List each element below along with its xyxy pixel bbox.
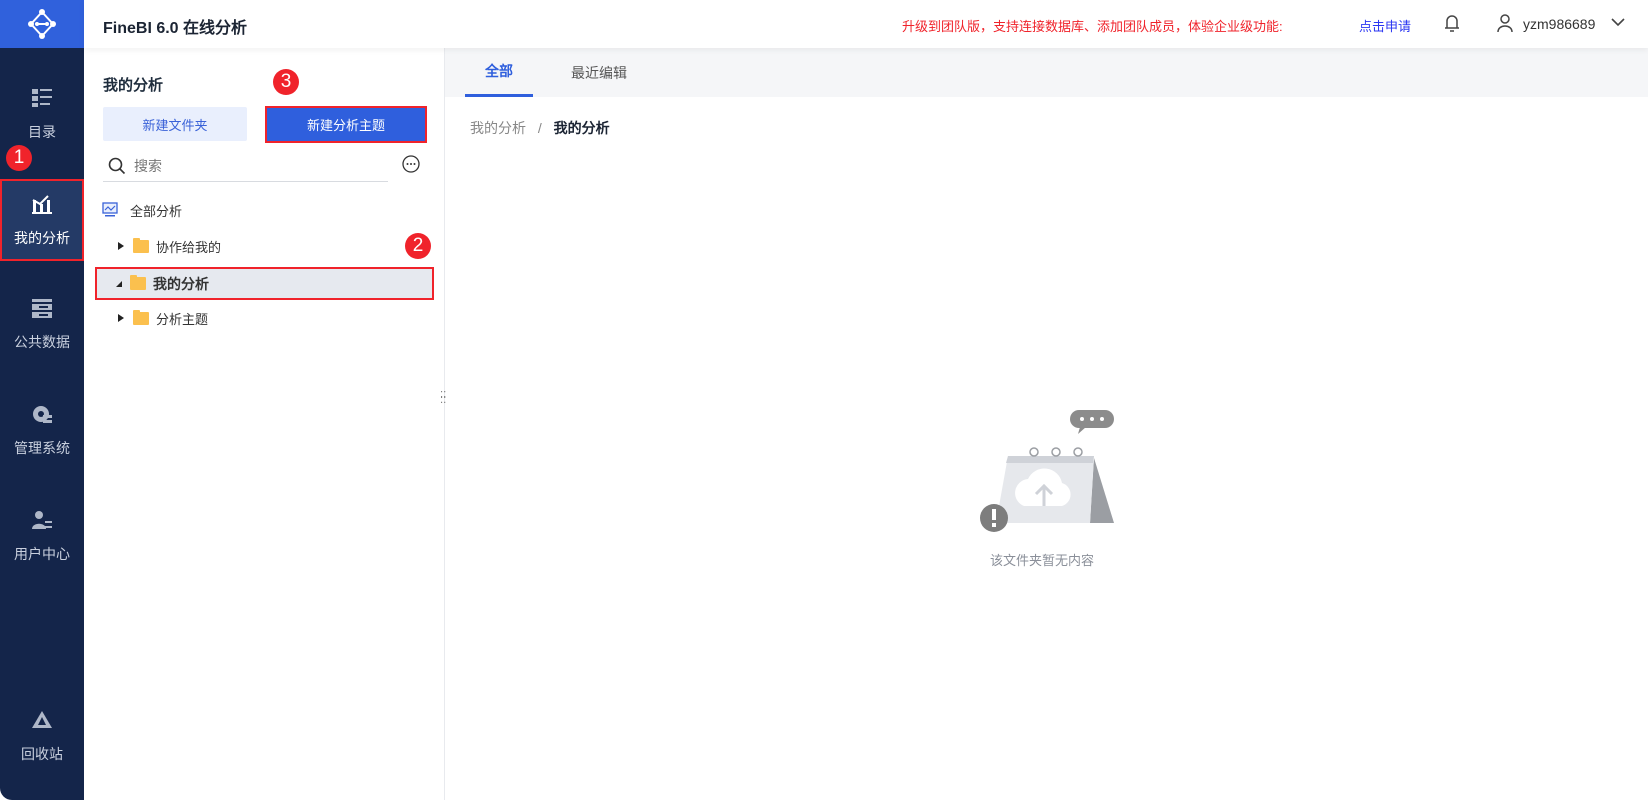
- expand-arrow-icon[interactable]: [118, 242, 124, 250]
- breadcrumb: 我的分析 / 我的分析: [470, 118, 610, 138]
- tree-item-shared-with-me[interactable]: 协作给我的: [118, 231, 221, 261]
- tree-item-my-analysis[interactable]: 我的分析: [95, 267, 434, 300]
- tree-item-analysis-topics[interactable]: 分析主题: [118, 303, 208, 333]
- tab-recent[interactable]: 最近编辑: [571, 48, 627, 97]
- nav-label: 管理系统: [14, 440, 70, 456]
- more-options-icon[interactable]: [402, 155, 420, 173]
- breadcrumb-separator: /: [537, 120, 542, 136]
- recycle-bin-icon: [32, 711, 52, 728]
- main-content: ⁚⁚ ⁚⁚ 全部 最近编辑 我的分析 / 我的分析 该文件夹暂无内容: [440, 48, 1648, 800]
- panel-title: 我的分析: [103, 77, 164, 94]
- empty-state-text: 该文件夹暂无内容: [990, 553, 1095, 568]
- catalog-icon: [32, 89, 52, 107]
- gear-icon: [33, 406, 52, 423]
- chevron-down-icon[interactable]: [1611, 16, 1625, 28]
- search-input[interactable]: [134, 157, 364, 174]
- new-topic-button[interactable]: 新建分析主题: [265, 106, 427, 143]
- nav-label: 我的分析: [14, 230, 70, 246]
- annotation-badge-3: 3: [273, 69, 299, 95]
- nav-my-analysis[interactable]: 我的分析: [0, 179, 84, 261]
- sidebar: 目录 1 我的分析 公共数据 管理系统 用户中心 回收站: [0, 0, 84, 800]
- nav-label: 公共数据: [14, 334, 70, 350]
- resize-handle[interactable]: ⁚⁚ ⁚⁚: [440, 391, 450, 406]
- shared-folder-icon: [133, 237, 149, 253]
- apply-link[interactable]: 点击申请: [1359, 16, 1411, 35]
- nav-recycle-bin[interactable]: 回收站: [0, 695, 84, 777]
- nav-catalog[interactable]: 目录: [0, 73, 84, 155]
- search-icon: [108, 157, 126, 174]
- tab-all[interactable]: 全部: [465, 48, 533, 97]
- upgrade-promo-text: 升级到团队版，支持连接数据库、添加团队成员，体验企业级功能:: [902, 19, 1283, 34]
- folder-icon: [133, 309, 149, 325]
- nav-management[interactable]: 管理系统: [0, 389, 84, 471]
- analysis-panel: 我的分析 3 新建文件夹 新建分析主题 全部分析 协作给我的 2 我的分析 分析…: [84, 48, 445, 800]
- collapse-arrow-icon[interactable]: [116, 280, 122, 287]
- nav-label: 目录: [28, 124, 56, 140]
- new-folder-button[interactable]: 新建文件夹: [103, 107, 247, 141]
- tree-item-all-analysis[interactable]: 全部分析: [102, 195, 182, 225]
- nav-label: 回收站: [21, 746, 63, 762]
- dashboard-icon: [102, 202, 118, 217]
- folder-icon: [130, 275, 146, 290]
- username[interactable]: yzm986689: [1523, 16, 1595, 32]
- nav-user-center[interactable]: 用户中心: [0, 495, 84, 577]
- tree-label: 全部分析: [130, 203, 183, 219]
- search-box: [103, 150, 388, 182]
- public-data-icon: [32, 299, 52, 318]
- annotation-badge-1: 1: [6, 145, 32, 171]
- tree-label: 分析主题: [156, 311, 209, 327]
- expand-arrow-icon[interactable]: [118, 314, 124, 322]
- nav-label: 用户中心: [14, 546, 70, 562]
- app-title: FineBI 6.0 在线分析: [103, 20, 248, 37]
- tree-label: 协作给我的: [156, 239, 222, 255]
- empty-folder-illustration-icon: [980, 410, 1114, 532]
- finebi-logo-icon: [28, 9, 56, 39]
- top-header: FineBI 6.0 在线分析 升级到团队版，支持连接数据库、添加团队成员，体验…: [84, 0, 1648, 48]
- breadcrumb-current: 我的分析: [553, 120, 610, 136]
- bell-icon[interactable]: [1444, 13, 1460, 33]
- analysis-chart-icon: [32, 195, 52, 214]
- tree-label: 我的分析: [153, 275, 209, 292]
- logo[interactable]: [0, 0, 84, 48]
- breadcrumb-item[interactable]: 我的分析: [470, 120, 526, 136]
- annotation-badge-2: 2: [405, 233, 431, 259]
- user-icon[interactable]: [1497, 14, 1513, 32]
- nav-public-data[interactable]: 公共数据: [0, 283, 84, 365]
- tab-bar: 全部 最近编辑: [445, 48, 1648, 97]
- user-management-icon: [32, 511, 52, 529]
